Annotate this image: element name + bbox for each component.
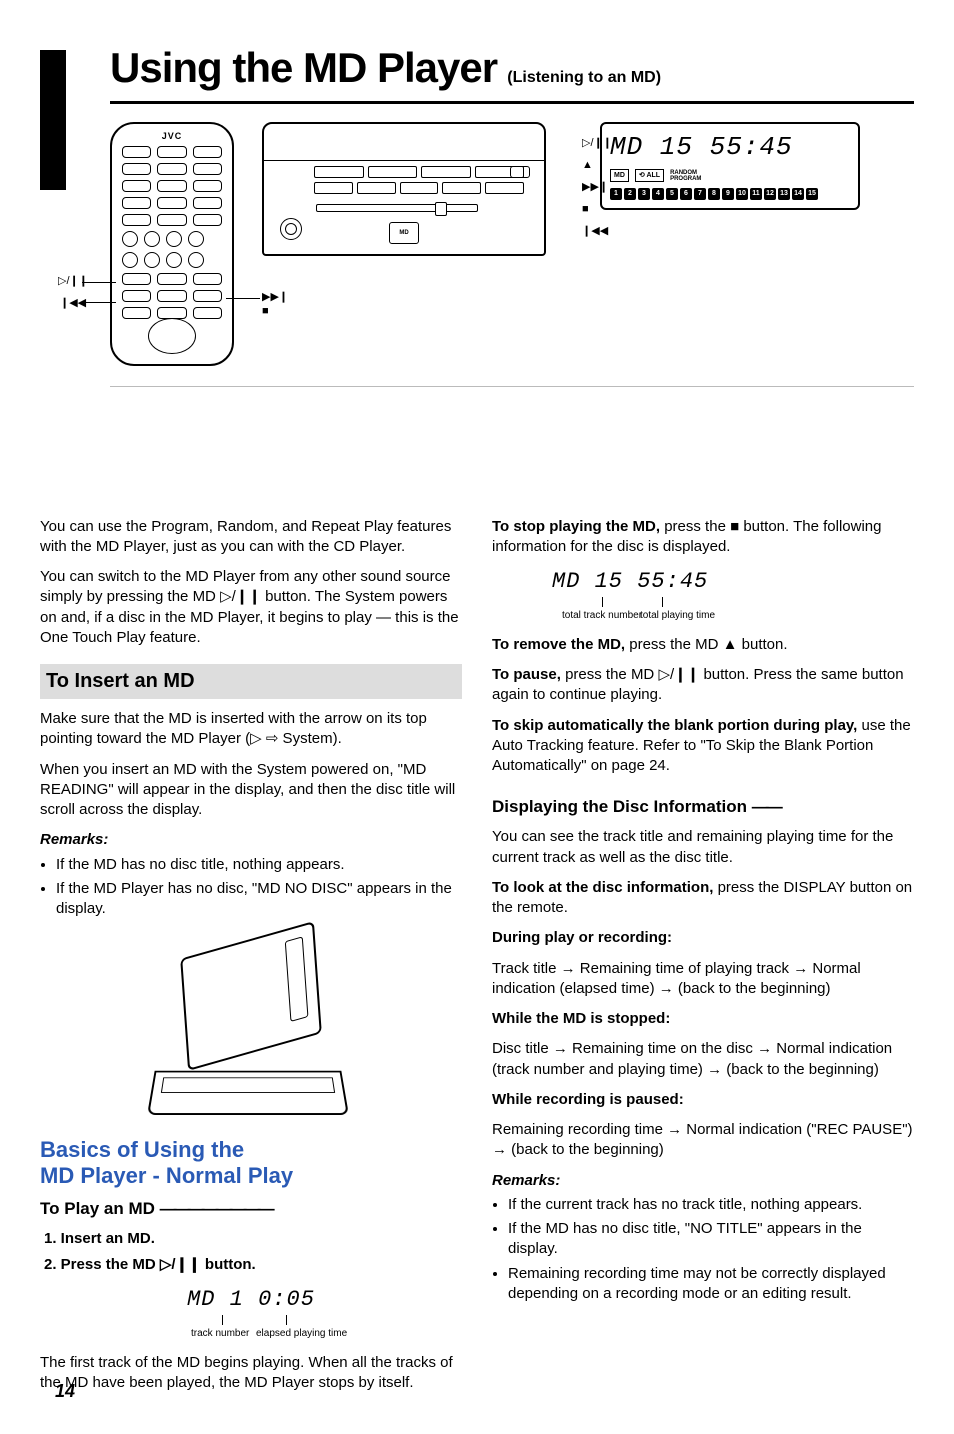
disc-info-seq-stop: Disc title → Remaining time on the disc …	[492, 1039, 914, 1080]
intro-text-1: You can use the Program, Random, and Rep…	[40, 517, 462, 558]
remote-jog	[148, 318, 196, 354]
disc-info-look: To look at the disc information, press t…	[492, 878, 914, 919]
disc-info-seq-rec: Remaining recording time → Normal indica…	[492, 1120, 914, 1161]
play-subheading: To Play an MD ————————	[40, 1198, 462, 1221]
lcd-track-box: 13	[778, 188, 790, 200]
eject-icon: ▲	[582, 154, 612, 176]
lcd-repeat-all-tag: ⟲ ALL	[635, 169, 664, 182]
insert-remarks: If the MD has no disc title, nothing app…	[40, 855, 462, 920]
remark-item: If the MD has no disc title, "NO TITLE" …	[508, 1219, 914, 1260]
disc-info-play-label: During play or recording:	[492, 928, 914, 948]
remark-item: If the MD Player has no disc, "MD NO DIS…	[56, 879, 462, 920]
stop-icon: ■	[582, 198, 612, 220]
stop-text: To stop playing the MD, press the ■ butt…	[492, 517, 914, 558]
insert-text-1: Make sure that the MD is inserted with t…	[40, 709, 462, 750]
section-tab	[40, 50, 66, 190]
eject-icon: ▲	[723, 636, 738, 653]
remark-item: If the MD has no disc title, nothing app…	[56, 855, 462, 875]
play-pause-icon: ▷/❙❙	[658, 666, 699, 683]
lcd-track-box: 6	[680, 188, 692, 200]
deck-callouts: ▷/❙❙ ▲ ▶▶❙ ■ ❙◀◀	[582, 132, 612, 242]
play-pause-icon: ▷/❙❙	[160, 1256, 201, 1273]
disc-info-seq-play: Track title → Remaining time of playing …	[492, 959, 914, 1000]
play-steps: 1. Insert an MD. 2. Press the MD ▷/❙❙ bu…	[44, 1229, 462, 1276]
auto-tracking-text: To skip automatically the blank portion …	[492, 716, 914, 777]
remark-item: If the current track has no track title,…	[508, 1195, 914, 1215]
intro-text-2: You can switch to the MD Player from any…	[40, 567, 462, 648]
lcd-stop-annotations: total track number total playing time	[532, 597, 762, 631]
page-subtitle: (Listening to an MD)	[507, 69, 661, 86]
deck-figure-wrap: MD ▷/❙❙ ▲ ▶▶❙ ■ ❙◀◀	[262, 122, 542, 256]
page-number: 14	[55, 1379, 75, 1403]
md-slot-icon	[147, 1071, 349, 1115]
lcd-md-tag: MD	[610, 169, 629, 182]
play-pause-icon: ▷/❙❙	[220, 588, 261, 605]
lcd-track-box: 9	[722, 188, 734, 200]
lcd-track-boxes: 123456789101112131415	[610, 188, 850, 200]
stop-icon: ■	[730, 518, 739, 535]
play-pause-icon: ▷/❙❙	[582, 132, 612, 154]
page-title-row: Using the MD Player (Listening to an MD)	[110, 40, 914, 97]
disc-info-stop-label: While the MD is stopped:	[492, 1009, 914, 1029]
stop-icon: ■	[262, 304, 269, 319]
play-after-text: The first track of the MD begins playing…	[40, 1353, 462, 1394]
lcd-track-box: 14	[792, 188, 804, 200]
prev-track-icon: ❙◀◀	[60, 296, 86, 311]
lcd-track-box: 2	[624, 188, 636, 200]
basics-heading: Basics of Using the MD Player - Normal P…	[40, 1137, 462, 1188]
deck-figure: MD	[262, 122, 546, 256]
page-title: Using the MD Player	[110, 44, 497, 91]
remarks-label: Remarks:	[40, 830, 462, 850]
disc-info-text: You can see the track title and remainin…	[492, 827, 914, 868]
step-item: 2. Press the MD ▷/❙❙ button.	[44, 1255, 462, 1275]
lcd-track-box: 3	[638, 188, 650, 200]
title-rule	[110, 101, 914, 104]
remark-item: Remaining recording time may not be corr…	[508, 1264, 914, 1305]
step-item: 1. Insert an MD.	[44, 1229, 462, 1249]
minidisc-logo-icon: MD	[389, 222, 419, 244]
lcd-mode-tags: RANDOM PROGRAM	[670, 170, 701, 182]
next-track-icon: ▶▶❙	[582, 176, 612, 198]
headphone-jack-icon	[280, 218, 302, 240]
lcd-figure: MD 15 55:45 MD ⟲ ALL RANDOM PROGRAM 12 34…	[600, 122, 860, 211]
remarks-label: Remarks:	[492, 1171, 914, 1191]
remote-figure: JVC	[110, 122, 234, 366]
play-pause-icon: ▷/❙❙	[58, 274, 88, 289]
figure-rule	[110, 386, 914, 387]
prev-track-icon: ❙◀◀	[582, 220, 612, 242]
lcd-play-readout: MD 1 0:05	[40, 1285, 462, 1315]
insert-text-2: When you insert an MD with the System po…	[40, 760, 462, 821]
remote-figure-wrap: JVC ▷/❙❙ ❙◀◀ ▶▶❙	[110, 122, 234, 366]
lcd-track-box: 5	[666, 188, 678, 200]
figures-row: JVC ▷/❙❙ ❙◀◀ ▶▶❙	[110, 122, 914, 366]
lcd-track-box: 7	[694, 188, 706, 200]
pause-text: To pause, press the MD ▷/❙❙ button. Pres…	[492, 665, 914, 706]
lcd-track-box: 8	[708, 188, 720, 200]
lcd-track-box: 10	[736, 188, 748, 200]
left-column: You can use the Program, Random, and Rep…	[40, 517, 462, 1404]
disc-info-remarks: If the current track has no track title,…	[492, 1195, 914, 1304]
md-insertion-figure	[151, 939, 351, 1117]
lcd-stop-readout: MD 15 55:45	[552, 567, 914, 597]
disc-info-rec-label: While recording is paused:	[492, 1090, 914, 1110]
right-column: To stop playing the MD, press the ■ butt…	[492, 517, 914, 1404]
insert-heading: To Insert an MD	[40, 664, 462, 699]
lcd-play-annotations: track number elapsed playing time	[136, 1315, 366, 1349]
disc-info-heading: Displaying the Disc Information ——	[492, 796, 914, 819]
remote-brand: JVC	[112, 130, 232, 142]
lcd-track-box: 11	[750, 188, 762, 200]
next-track-icon: ▶▶❙	[262, 290, 288, 305]
lcd-track-box: 4	[652, 188, 664, 200]
lcd-track-box: 12	[764, 188, 776, 200]
lcd-track-box: 15	[806, 188, 818, 200]
lcd-main-readout: MD 15 55:45	[610, 130, 850, 165]
eject-text: To remove the MD, press the MD ▲ button.	[492, 635, 914, 655]
remote-buttons-grid	[122, 146, 222, 324]
minidisc-icon	[180, 922, 322, 1072]
